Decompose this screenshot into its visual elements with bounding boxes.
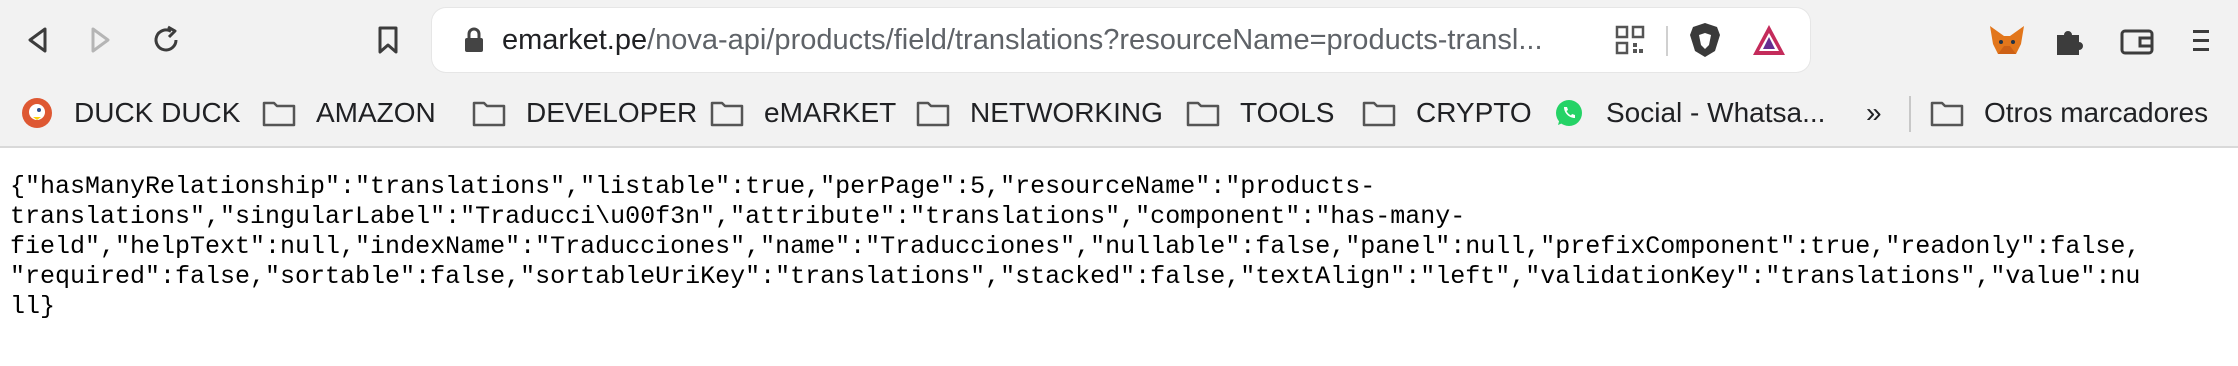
url-divider <box>1666 26 1668 56</box>
bookmark-social-whatsapp[interactable]: Social - Whatsa... <box>1552 80 1825 146</box>
bookmark-folder-emarket[interactable]: eMARKET <box>710 80 896 146</box>
json-line: translations","singularLabel":"Traducci\… <box>10 202 1466 231</box>
menu-icon[interactable] <box>2186 18 2216 64</box>
folder-icon <box>710 96 744 130</box>
duckduckgo-icon <box>20 96 54 130</box>
back-arrow-icon[interactable] <box>12 14 64 66</box>
extensions-puzzle-icon[interactable] <box>2046 18 2092 64</box>
forward-arrow-icon[interactable] <box>74 14 126 66</box>
bookmark-label: AMAZON <box>316 97 436 128</box>
json-line: ll} <box>10 292 56 321</box>
folder-icon <box>1186 96 1220 130</box>
bookmark-duck-duck[interactable]: DUCK DUCK <box>20 80 240 146</box>
overflow-chevron-icon: » <box>1866 97 1882 128</box>
brave-shield-icon[interactable] <box>1686 21 1724 59</box>
json-line: {"hasManyRelationship":"translations","l… <box>10 172 1376 201</box>
wallet-icon[interactable] <box>2114 18 2160 64</box>
folder-icon <box>916 96 950 130</box>
bookmarks-overflow-button[interactable]: » <box>1866 80 1882 146</box>
bookmarks-bar: DUCK DUCK AMAZON DEVELOPER eMARKET NETWO… <box>0 80 2238 148</box>
bookmark-folder-amazon[interactable]: AMAZON <box>262 80 436 146</box>
bookmark-label: DEVELOPER <box>526 97 698 128</box>
bookmarks-divider <box>1909 96 1911 132</box>
bookmark-folder-otros-marcadores[interactable]: Otros marcadores <box>1930 80 2208 146</box>
url-text[interactable]: emarket.pe/nova-api/products/field/trans… <box>502 8 1602 72</box>
address-bar[interactable]: emarket.pe/nova-api/products/field/trans… <box>432 8 1810 72</box>
bookmark-label: Social - Whatsa... <box>1606 97 1826 128</box>
bookmark-folder-crypto[interactable]: CRYPTO <box>1362 80 1532 146</box>
bookmark-folder-tools[interactable]: TOOLS <box>1186 80 1334 146</box>
bookmark-folder-networking[interactable]: NETWORKING <box>916 80 1163 146</box>
browser-toolbar: emarket.pe/nova-api/products/field/trans… <box>0 0 2238 80</box>
url-path: /nova-api/products/field/translations?re… <box>647 24 1543 56</box>
bookmark-label: NETWORKING <box>970 97 1163 128</box>
bookmark-label: DUCK DUCK <box>74 97 241 128</box>
json-line: field","helpText":null,"indexName":"Trad… <box>10 232 2141 261</box>
bookmark-label: TOOLS <box>1240 97 1335 128</box>
brave-rewards-icon[interactable] <box>1750 21 1788 59</box>
whatsapp-icon <box>1552 96 1586 130</box>
bookmark-label: Otros marcadores <box>1984 97 2209 128</box>
bookmark-label: eMARKET <box>764 97 897 128</box>
folder-icon <box>262 96 296 130</box>
bookmark-label: CRYPTO <box>1416 97 1532 128</box>
folder-icon <box>1930 96 1964 130</box>
json-line: "required":false,"sortable":false,"sorta… <box>10 262 2141 291</box>
reload-icon[interactable] <box>140 14 192 66</box>
folder-icon <box>472 96 506 130</box>
url-host: emarket.pe <box>502 24 648 56</box>
lock-icon[interactable] <box>458 24 490 56</box>
bookmark-folder-developer[interactable]: DEVELOPER <box>472 80 697 146</box>
metamask-fox-icon[interactable] <box>1984 18 2030 64</box>
folder-icon <box>1362 96 1396 130</box>
bookmark-icon[interactable] <box>362 14 414 66</box>
qr-code-icon[interactable] <box>1614 24 1646 56</box>
json-response-body: {"hasManyRelationship":"translations","l… <box>10 172 2234 322</box>
